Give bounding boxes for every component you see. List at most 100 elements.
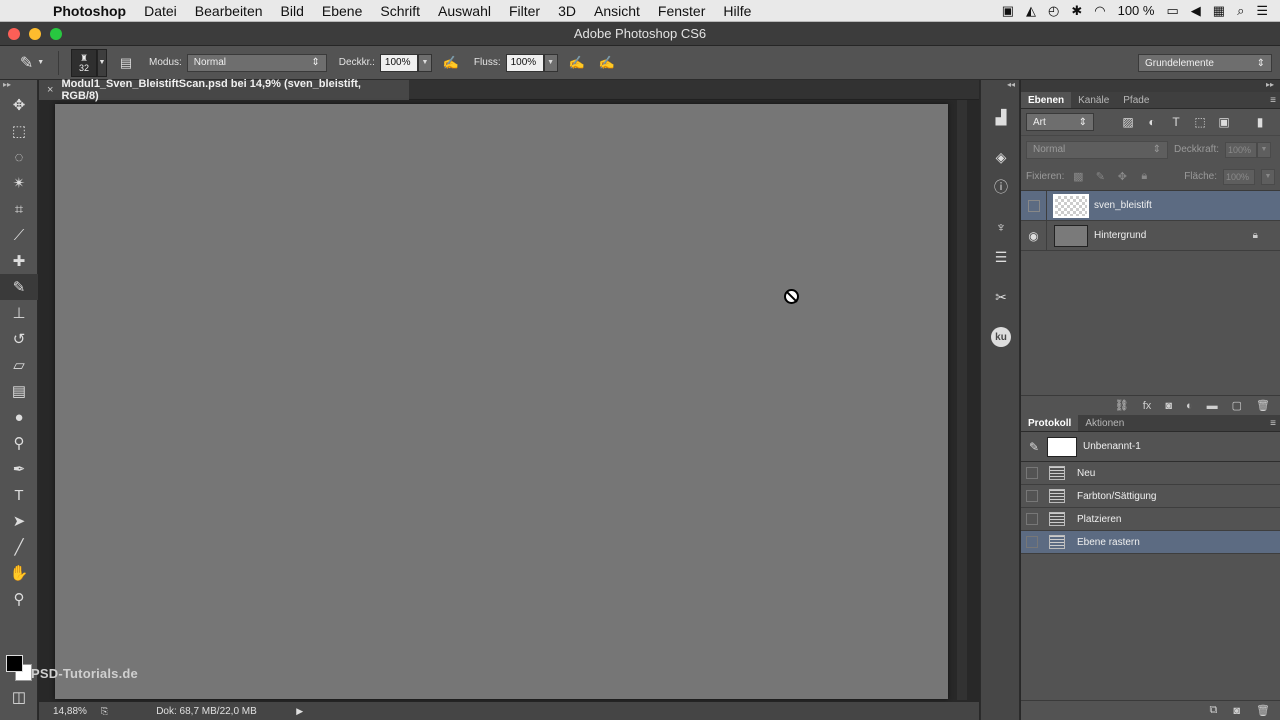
menu-filter[interactable]: Filter [500, 0, 549, 22]
link-layers-icon[interactable]: ⛓ [1115, 399, 1129, 412]
history-brush-source-box[interactable] [1021, 467, 1043, 479]
menu-ansicht[interactable]: Ansicht [585, 0, 649, 22]
menu-bearbeiten[interactable]: Bearbeiten [186, 0, 272, 22]
menu-hilfe[interactable]: Hilfe [714, 0, 760, 22]
airbrush-icon[interactable]: ✍ [566, 52, 588, 74]
layer-row-hintergrund[interactable]: ◉ Hintergrund 🔒︎ [1021, 220, 1280, 251]
blend-mode-select[interactable]: Normal ⇕ [1026, 140, 1168, 159]
export-icon[interactable]: ⎘ [101, 706, 108, 717]
menu-datei[interactable]: Datei [135, 0, 186, 22]
filter-pixel-icon[interactable]: ▨ [1120, 115, 1136, 129]
magic-wand-tool-icon[interactable]: ✴ [0, 170, 38, 196]
menu-app-photoshop[interactable]: Photoshop [44, 0, 135, 22]
vertical-scrollbar[interactable] [957, 100, 967, 700]
blur-tool-icon[interactable]: ● [0, 404, 38, 430]
menu-fenster[interactable]: Fenster [649, 0, 714, 22]
close-window-button[interactable] [8, 28, 20, 40]
brush-panel-toggle-icon[interactable]: ▤ [115, 52, 137, 74]
close-tab-icon[interactable]: × [47, 84, 53, 96]
tool-preset-picker[interactable]: ✎ ▼ [12, 49, 52, 77]
tab-kanaele[interactable]: Kanäle [1071, 92, 1116, 108]
zoom-tool-icon[interactable]: ⚲ [0, 586, 38, 612]
tab-pfade[interactable]: Pfade [1116, 92, 1156, 108]
opacity-field[interactable]: 100% [379, 53, 418, 72]
tab-aktionen[interactable]: Aktionen [1078, 415, 1131, 431]
brush-preset-picker[interactable]: ♜ 32 [71, 48, 97, 77]
history-brush-source-icon[interactable]: ✎ [1021, 440, 1047, 454]
pen-tool-icon[interactable]: ✒ [0, 456, 38, 482]
fill-slider-button[interactable]: ▼ [1261, 168, 1275, 185]
lock-pixels-icon[interactable]: ✎ [1092, 170, 1108, 183]
delete-state-icon[interactable]: 🗑︎ [1256, 704, 1270, 717]
brush-preset-dropdown[interactable]: ▼ [97, 48, 107, 77]
layer-mask-icon[interactable]: ◙ [1165, 400, 1172, 412]
menu-bild[interactable]: Bild [272, 0, 313, 22]
new-layer-icon[interactable]: ▢ [1232, 399, 1242, 412]
adjustments-icon[interactable]: ☰ [981, 242, 1021, 272]
lock-all-icon[interactable]: 🔒︎ [1136, 170, 1152, 183]
quick-mask-icon[interactable]: ◫ [0, 684, 38, 710]
history-step[interactable]: Neu [1021, 462, 1280, 485]
history-brush-tool-icon[interactable]: ↺ [0, 326, 38, 352]
fill-field[interactable]: 100% [1223, 168, 1255, 185]
color-panel-icon[interactable]: ◈ [981, 142, 1021, 172]
opacity-slider-button[interactable]: ▼ [417, 53, 432, 72]
layer-filter-select[interactable]: Art ⇕ [1026, 113, 1094, 131]
new-document-from-state-icon[interactable]: ⧉ [1210, 704, 1218, 717]
document-tab[interactable]: × Modul1_Sven_BleistiftScan.psd bei 14,9… [39, 78, 409, 102]
keyboard-icon[interactable]: ▦ [1213, 3, 1225, 19]
eraser-tool-icon[interactable]: ▱ [0, 352, 38, 378]
filter-toggle-icon[interactable]: ▮ [1252, 115, 1268, 129]
collapse-toolbar-icon[interactable]: ▸▸ [0, 80, 37, 92]
lock-position-icon[interactable]: ✥ [1114, 170, 1130, 183]
crop-tool-icon[interactable]: ⌗ [0, 196, 38, 222]
camera-icon[interactable]: ▣ [1002, 3, 1014, 19]
type-tool-icon[interactable]: T [0, 482, 38, 508]
foreground-color-swatch[interactable] [6, 655, 23, 672]
new-group-icon[interactable]: ▬ [1207, 400, 1218, 412]
delete-layer-icon[interactable]: 🗑︎ [1256, 399, 1270, 412]
layer-visibility-toggle[interactable]: ◉ [1021, 220, 1047, 251]
panel-menu-icon[interactable]: ≡ [1270, 418, 1276, 429]
tools-preset-icon[interactable]: ✂ [981, 282, 1021, 312]
layer-row-sven-bleistift[interactable]: sven_bleistift [1021, 190, 1280, 221]
mode-select[interactable]: Normal ⇕ [186, 53, 327, 72]
time-machine-icon[interactable]: ◴ [1048, 3, 1059, 19]
info-icon[interactable]: ⓘ [981, 172, 1021, 202]
line-tool-icon[interactable]: ╱ [0, 534, 38, 560]
menu-3d[interactable]: 3D [549, 0, 585, 22]
menu-schrift[interactable]: Schrift [371, 0, 429, 22]
zoom-level[interactable]: 14,88% [39, 706, 101, 717]
volume-icon[interactable]: ◀ [1191, 3, 1201, 19]
history-snapshot[interactable]: ✎ Unbenannt-1 [1021, 432, 1280, 462]
menu-auswahl[interactable]: Auswahl [429, 0, 500, 22]
spotlight-search-icon[interactable]: ⌕ [1237, 3, 1244, 19]
filter-shape-icon[interactable]: ⬚ [1192, 115, 1208, 129]
dodge-tool-icon[interactable]: ⚲ [0, 430, 38, 456]
kuler-icon[interactable]: ku [981, 322, 1021, 352]
tab-ebenen[interactable]: Ebenen [1021, 92, 1072, 108]
history-brush-source-box[interactable] [1021, 490, 1043, 502]
pressure-opacity-icon[interactable]: ✍ [440, 52, 462, 74]
layer-visibility-toggle[interactable] [1021, 190, 1047, 221]
filter-smartobject-icon[interactable]: ▣ [1216, 115, 1232, 129]
tab-protokoll[interactable]: Protokoll [1021, 415, 1079, 431]
menu-ebene[interactable]: Ebene [313, 0, 371, 22]
panel-menu-icon[interactable]: ≡ [1270, 95, 1276, 106]
layer-opacity-slider-button[interactable]: ▼ [1257, 141, 1272, 158]
history-brush-source-box[interactable] [1021, 536, 1043, 548]
eyedropper-tool-icon[interactable]: ⟋ [0, 222, 38, 248]
brush-panel-icon[interactable]: ♆ [981, 212, 1021, 242]
history-step[interactable]: Platzieren [1021, 508, 1280, 531]
path-selection-tool-icon[interactable]: ➤ [0, 508, 38, 534]
hand-tool-icon[interactable]: ✋ [0, 560, 38, 586]
collapse-dock-icon[interactable]: ▸▸ [1021, 80, 1280, 92]
layer-style-icon[interactable]: fx [1143, 400, 1152, 412]
status-menu-arrow-icon[interactable]: ▶ [296, 706, 303, 717]
new-snapshot-icon[interactable]: ◙ [1233, 705, 1240, 717]
zoom-window-button[interactable] [50, 28, 62, 40]
move-tool-icon[interactable]: ✥ [0, 92, 38, 118]
history-step[interactable]: Farbton/Sättigung [1021, 485, 1280, 508]
history-brush-source-box[interactable] [1021, 513, 1043, 525]
workspace-select[interactable]: Grundelemente ⇕ [1138, 54, 1272, 72]
